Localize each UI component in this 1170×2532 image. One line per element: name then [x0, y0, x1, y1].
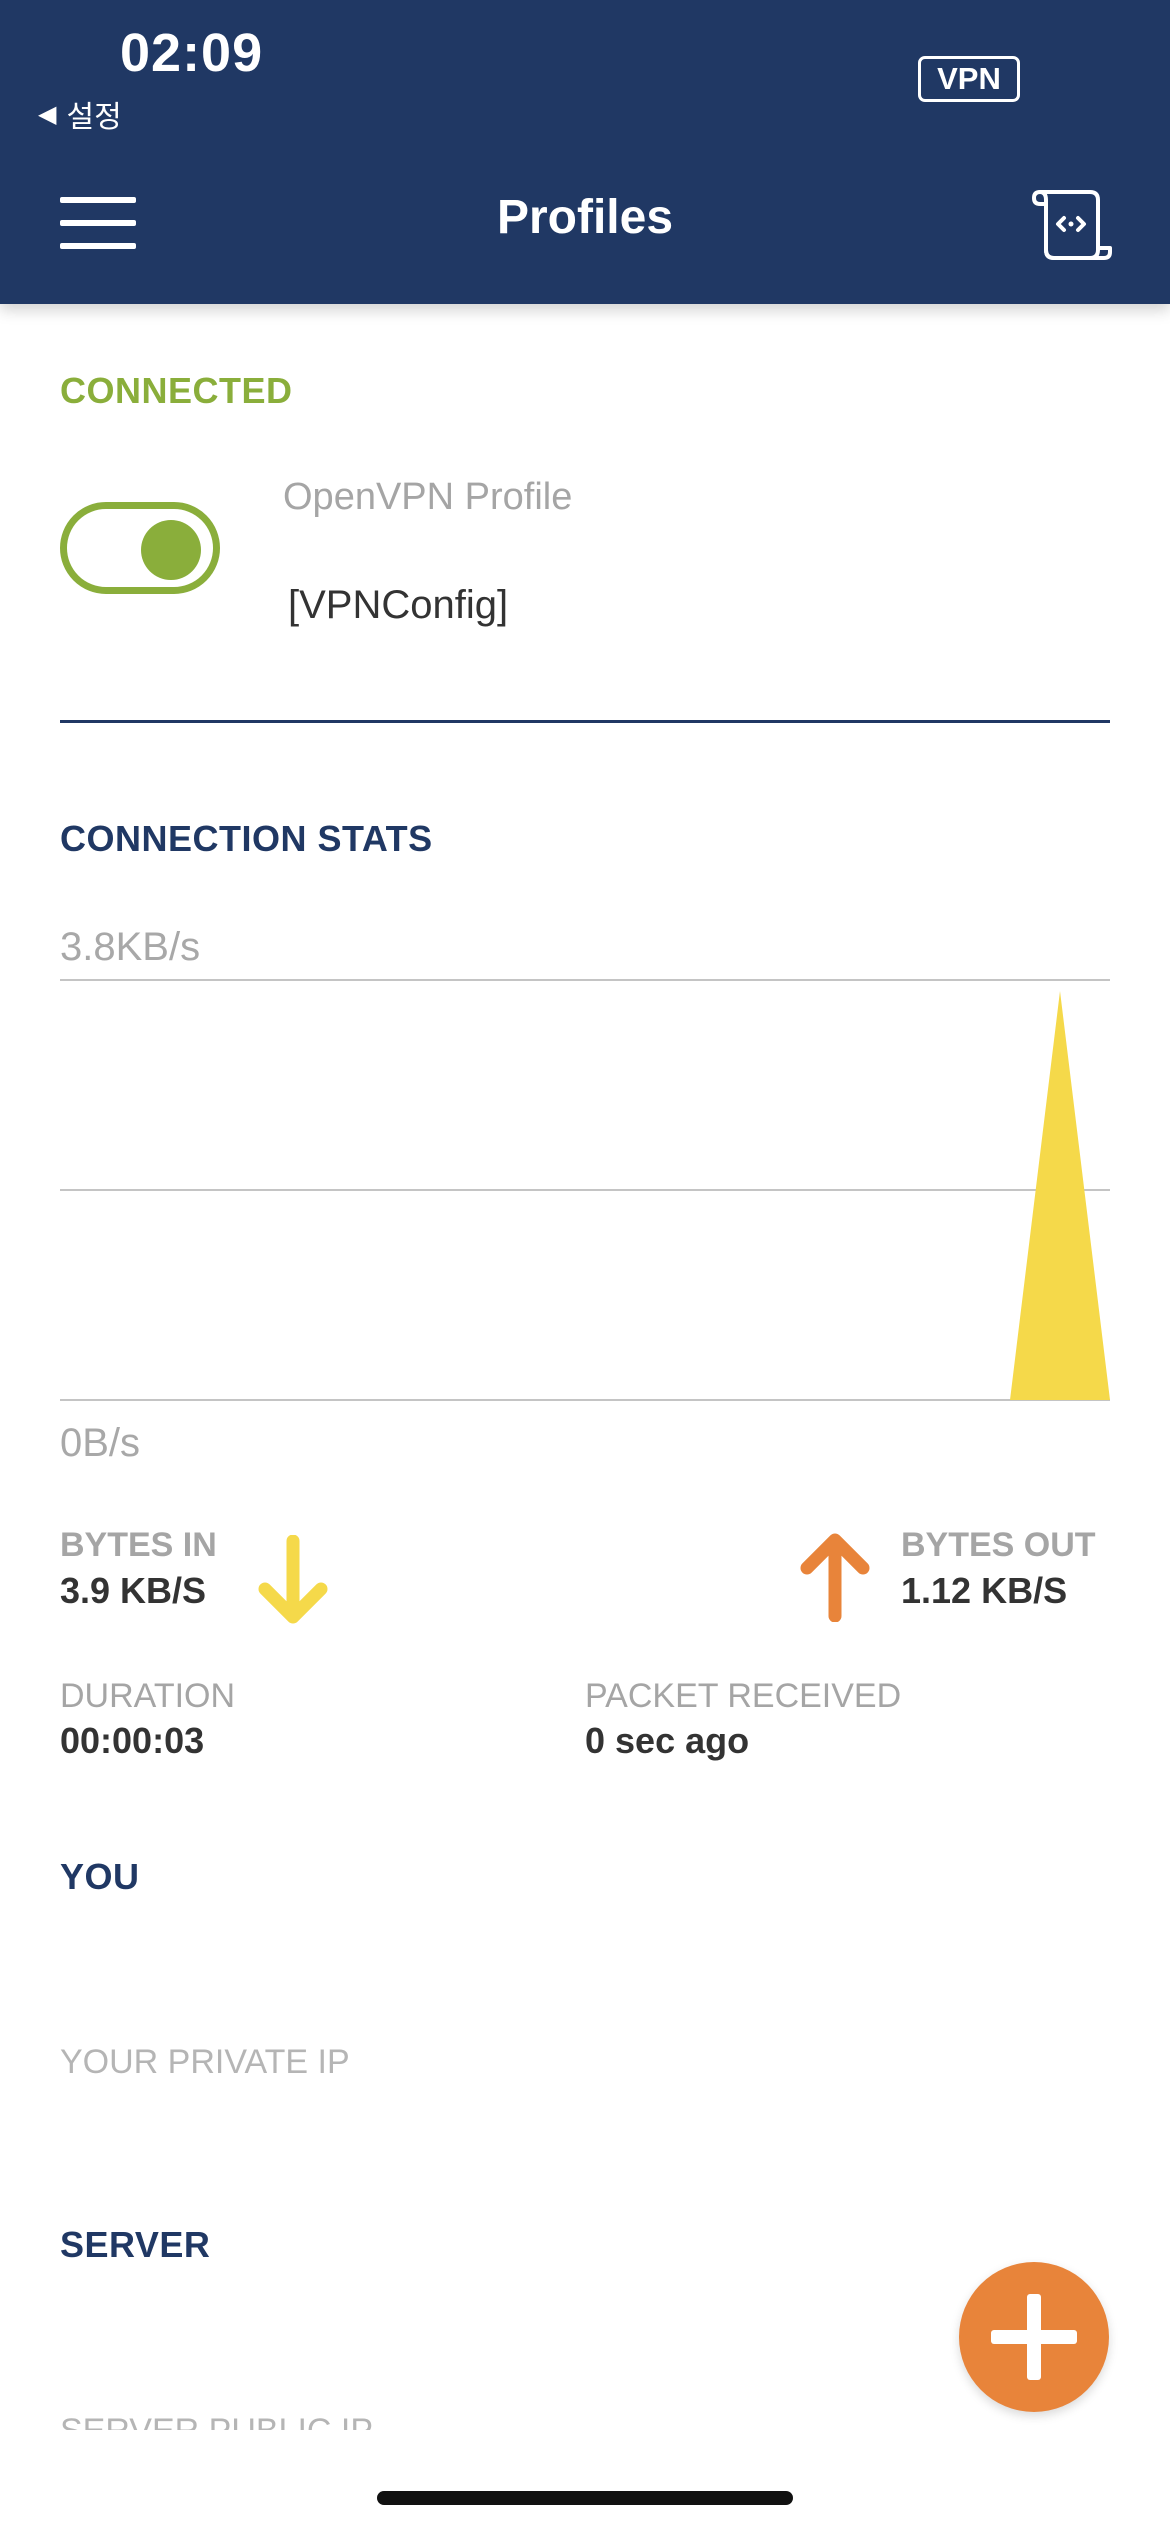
- bytes-in-area-series: [60, 991, 1110, 1400]
- server-public-ip-label: SERVER PUBLIC IP: [60, 2414, 660, 2430]
- duration-value: 00:00:03: [60, 1720, 205, 1761]
- packet-received-label: PACKET RECEIVED: [585, 1677, 902, 1715]
- home-indicator[interactable]: [377, 2491, 793, 2505]
- section-divider: [60, 720, 1110, 723]
- connection-state-label: CONNECTED: [60, 370, 293, 411]
- vpn-status-badge: VPN: [918, 56, 1020, 102]
- app-header: 02:09 ◀ 설정 VPN Profiles: [0, 0, 1170, 304]
- private-ip-label: YOUR PRIVATE IP: [60, 2043, 350, 2081]
- server-heading: SERVER: [60, 2224, 211, 2265]
- traffic-chart: 3.8KB/s 0B/s: [0, 910, 1170, 1480]
- profile-type[interactable]: OpenVPN Profile: [283, 476, 572, 519]
- you-heading: YOU: [60, 1856, 140, 1897]
- connection-stats-heading: CONNECTION STATS: [60, 818, 433, 859]
- y-axis-max-label: 3.8KB/s: [60, 925, 200, 969]
- duration-label: DURATION: [60, 1677, 236, 1715]
- bytes-out-label: BYTES OUT: [901, 1526, 1096, 1564]
- packet-received-value: 0 sec ago: [585, 1720, 750, 1761]
- bytes-in-label: BYTES IN: [60, 1526, 217, 1564]
- add-profile-button[interactable]: [959, 2262, 1109, 2412]
- back-triangle-icon: ◀: [38, 100, 57, 128]
- back-to-settings[interactable]: ◀ 설정: [38, 92, 122, 136]
- status-time: 02:09: [120, 23, 264, 83]
- bytes-in-value: 3.9 KB/S: [60, 1570, 207, 1611]
- page-title: Profiles: [496, 191, 674, 244]
- profile-name[interactable]: [VPNConfig]: [288, 583, 508, 628]
- bytes-out-value: 1.12 KB/S: [901, 1570, 1068, 1611]
- connection-toggle[interactable]: [60, 502, 220, 594]
- y-axis-min-label: 0B/s: [60, 1421, 140, 1465]
- arrow-down-icon: [255, 1534, 331, 1632]
- arrow-up-icon: [797, 1530, 873, 1627]
- server-public-ip-row: SERVER PUBLIC IP: [60, 2412, 660, 2430]
- toggle-knob: [141, 520, 201, 580]
- back-label: 설정: [66, 101, 122, 134]
- import-profile-icon[interactable]: [1031, 186, 1112, 262]
